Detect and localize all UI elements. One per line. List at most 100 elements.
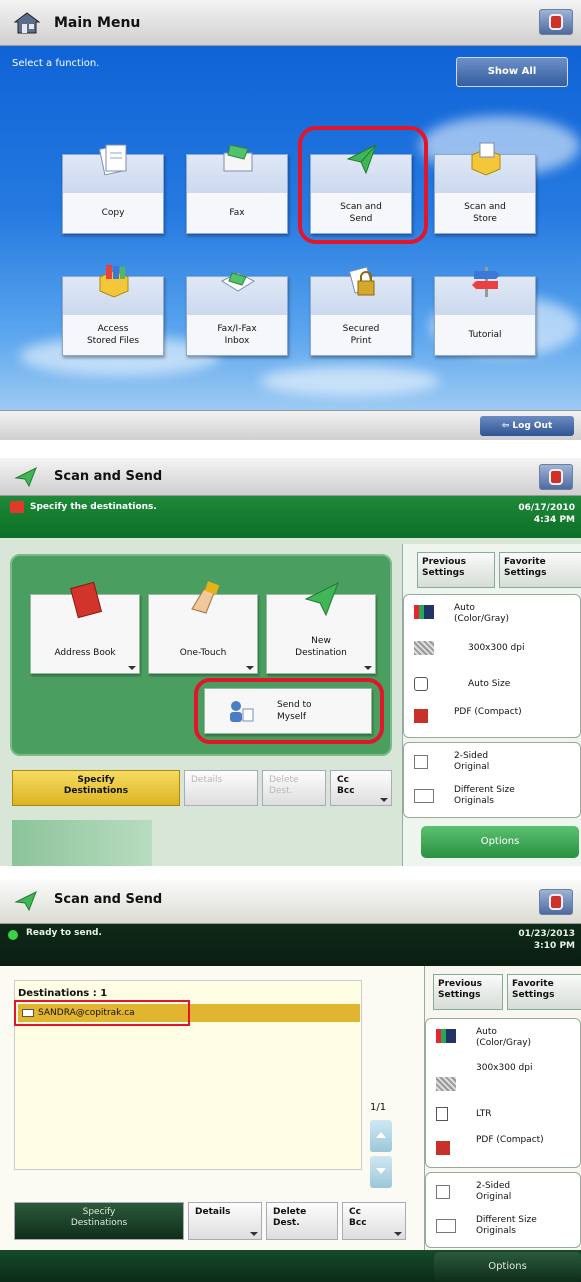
pdf-icon bbox=[414, 709, 428, 723]
message-bar: Specify the destinations. 06/17/2010 4:34… bbox=[0, 496, 581, 538]
access-stored-files-tile[interactable]: Access Stored Files bbox=[62, 265, 164, 356]
tile-label: Fax bbox=[187, 193, 287, 233]
chevron-down-icon bbox=[246, 666, 254, 670]
tile-label: Tutorial bbox=[435, 315, 535, 355]
different-size-setting[interactable]: Different Size Originals bbox=[426, 1213, 580, 1243]
different-size-icon bbox=[436, 1219, 456, 1233]
file-format-setting[interactable]: PDF (Compact) bbox=[404, 703, 580, 733]
status-monitor-button[interactable] bbox=[539, 9, 573, 35]
pdf-icon bbox=[436, 1141, 450, 1155]
specify-destinations-tab[interactable]: Specify Destinations bbox=[14, 1202, 184, 1240]
destinations-header: Destinations : 1 bbox=[18, 988, 108, 999]
button-label: Details bbox=[195, 1207, 231, 1217]
chevron-down-icon bbox=[128, 666, 136, 670]
message-bar: Ready to send. 01/23/2013 3:10 PM bbox=[0, 924, 581, 966]
main-menu-titlebar: Main Menu bbox=[0, 0, 581, 46]
scan-send-titlebar: Scan and Send bbox=[0, 880, 581, 924]
previous-settings-button[interactable]: Previous Settings bbox=[433, 974, 503, 1010]
cc-bcc-button[interactable]: Cc Bcc bbox=[330, 770, 392, 806]
tutorial-tile[interactable]: Tutorial bbox=[434, 267, 536, 356]
two-sided-setting[interactable]: 2-Sided Original bbox=[404, 749, 580, 779]
arrow-up-icon bbox=[376, 1132, 386, 1138]
secured-print-tile[interactable]: Secured Print bbox=[310, 266, 412, 356]
fax-tile[interactable]: Fax bbox=[186, 144, 288, 234]
button-label: Address Book bbox=[54, 648, 116, 658]
color-mode-setting[interactable]: Auto (Color/Gray) bbox=[404, 601, 580, 635]
ready-status-icon bbox=[8, 930, 18, 940]
previous-settings-button[interactable]: Previous Settings bbox=[417, 552, 495, 588]
two-sided-setting[interactable]: 2-Sided Original bbox=[426, 1179, 580, 1209]
hand-pointer-icon bbox=[191, 581, 220, 614]
resolution-setting[interactable]: 300x300 dpi bbox=[426, 1063, 580, 1091]
time-text: 3:10 PM bbox=[533, 941, 575, 951]
scan-send-ready-screen: Scan and Send Ready to send. 01/23/2013 … bbox=[0, 880, 581, 1282]
chevron-down-icon bbox=[250, 1232, 258, 1236]
status-monitor-button[interactable] bbox=[539, 464, 573, 490]
log-out-icon: ⇦ bbox=[501, 421, 513, 431]
scan-size-icon bbox=[436, 1107, 448, 1121]
specify-destinations-tab[interactable]: Specify Destinations bbox=[12, 770, 180, 806]
favorite-settings-button[interactable]: Favorite Settings bbox=[499, 552, 581, 588]
paper-plane-icon bbox=[14, 890, 37, 912]
chevron-down-icon bbox=[364, 666, 372, 670]
delete-dest-button[interactable]: Delete Dest. bbox=[262, 770, 326, 806]
show-all-button[interactable]: Show All bbox=[456, 57, 568, 87]
color-mode-icon bbox=[414, 605, 434, 619]
address-book-button[interactable]: Address Book bbox=[30, 581, 140, 674]
fax-inbox-tile[interactable]: Fax/I-Fax Inbox bbox=[186, 272, 288, 356]
tile-label: Copy bbox=[63, 193, 163, 233]
highlight-ring bbox=[194, 678, 384, 744]
new-destination-button[interactable]: New Destination bbox=[266, 581, 376, 674]
date-text: 01/23/2013 bbox=[518, 929, 575, 939]
scan-send-destinations-screen: Scan and Send Specify the destinations. … bbox=[0, 458, 581, 866]
details-button[interactable]: Details bbox=[188, 1202, 262, 1240]
options-button[interactable]: Options bbox=[434, 1252, 581, 1282]
button-label: Cc Bcc bbox=[337, 775, 355, 796]
fax-inbox-icon bbox=[220, 272, 256, 292]
destinations-count: : 1 bbox=[92, 988, 108, 999]
color-mode-setting[interactable]: Auto (Color/Gray) bbox=[426, 1025, 580, 1059]
copy-icon bbox=[98, 144, 127, 176]
scan-settings-group: Auto (Color/Gray) 300x300 dpi Auto Size … bbox=[403, 594, 581, 738]
scan-send-titlebar: Scan and Send bbox=[0, 458, 581, 496]
resolution-setting[interactable]: 300x300 dpi bbox=[404, 639, 580, 663]
two-sided-icon bbox=[436, 1185, 450, 1199]
different-size-icon bbox=[414, 789, 434, 803]
scan-size-setting[interactable]: Auto Size bbox=[404, 675, 580, 697]
different-size-setting[interactable]: Different Size Originals bbox=[404, 783, 580, 813]
tile-label: Scan and Store bbox=[435, 193, 535, 233]
scan-size-setting[interactable]: LTR bbox=[426, 1105, 580, 1127]
date-text: 06/17/2010 bbox=[518, 503, 575, 513]
copy-tile[interactable]: Copy bbox=[62, 144, 164, 234]
cc-bcc-button[interactable]: Cc Bcc bbox=[342, 1202, 406, 1240]
tile-label: Secured Print bbox=[311, 315, 411, 355]
time-text: 4:34 PM bbox=[533, 515, 575, 525]
scan-and-store-tile[interactable]: Scan and Store bbox=[434, 142, 536, 234]
settings-column: Previous Settings Favorite Settings Auto… bbox=[424, 966, 581, 1282]
stored-files-icon bbox=[99, 265, 129, 298]
details-button[interactable]: Details bbox=[184, 770, 258, 806]
file-format-setting[interactable]: PDF (Compact) bbox=[426, 1133, 580, 1163]
favorite-settings-button[interactable]: Favorite Settings bbox=[507, 974, 581, 1010]
page-title: Scan and Send bbox=[54, 469, 163, 484]
one-touch-button[interactable]: One-Touch bbox=[148, 581, 258, 674]
color-mode-icon bbox=[436, 1029, 456, 1043]
original-settings-group: 2-Sided Original Different Size Original… bbox=[403, 742, 581, 818]
options-button[interactable]: Options bbox=[421, 826, 579, 858]
arrow-down-icon bbox=[376, 1168, 386, 1174]
scroll-down-button[interactable] bbox=[370, 1156, 392, 1188]
warning-icon bbox=[10, 501, 24, 513]
resolution-icon bbox=[436, 1077, 456, 1091]
two-sided-icon bbox=[414, 755, 428, 769]
scan-size-icon bbox=[414, 677, 428, 691]
scan-settings-group: Auto (Color/Gray) 300x300 dpi LTR PDF (C… bbox=[425, 1018, 581, 1168]
original-settings-group: 2-Sided Original Different Size Original… bbox=[425, 1172, 581, 1248]
signpost-icon bbox=[472, 267, 500, 297]
page-indicator: 1/1 bbox=[370, 1102, 387, 1113]
log-out-button[interactable]: ⇦ Log Out bbox=[480, 416, 574, 436]
scroll-up-button[interactable] bbox=[370, 1120, 392, 1152]
chevron-down-icon bbox=[394, 1232, 402, 1236]
status-monitor-button[interactable] bbox=[539, 889, 573, 915]
delete-dest-button[interactable]: Delete Dest. bbox=[266, 1202, 338, 1240]
highlight-ring bbox=[298, 126, 428, 244]
